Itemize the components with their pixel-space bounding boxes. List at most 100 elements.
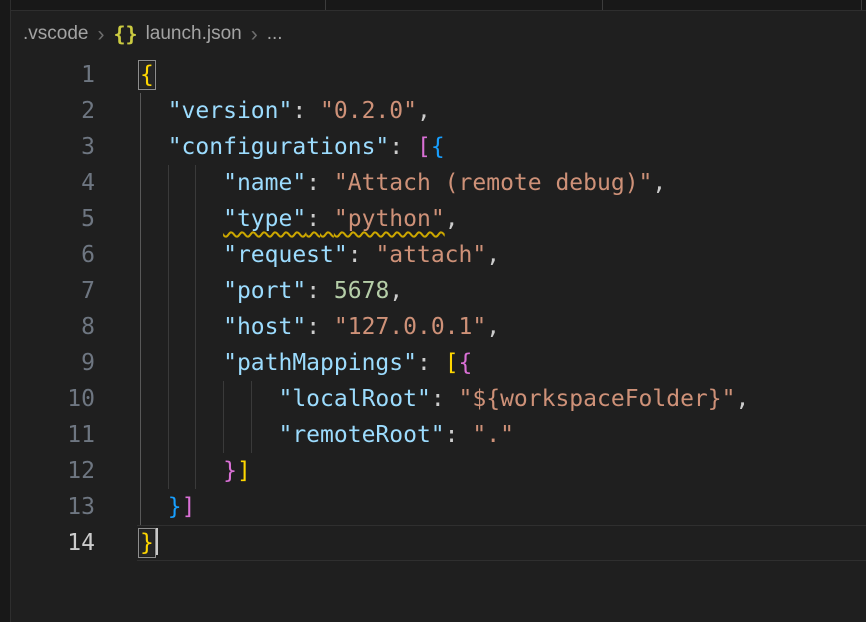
breadcrumb-item-symbols[interactable]: ...	[267, 23, 283, 45]
code-token: "port"	[223, 278, 306, 304]
code-token: :	[292, 98, 306, 124]
indent-guide	[140, 237, 141, 273]
indent-guide	[195, 309, 196, 345]
indent-guide	[168, 273, 169, 309]
indent-guide	[140, 381, 141, 417]
line-number[interactable]: 10	[11, 381, 95, 417]
line-number[interactable]: 9	[11, 345, 95, 381]
code-line[interactable]: 5 "type": "python",	[11, 201, 866, 237]
bracket-match-box: {	[140, 62, 154, 88]
code-token	[140, 386, 278, 412]
line-number[interactable]: 2	[11, 93, 95, 129]
indent-guide	[140, 309, 141, 345]
line-number[interactable]: 4	[11, 165, 95, 201]
code-token	[140, 458, 223, 484]
code-token	[140, 98, 168, 124]
code-token	[140, 494, 168, 520]
code-line-content[interactable]: "configurations": [{	[140, 129, 866, 165]
line-number[interactable]: 12	[11, 453, 95, 489]
code-line-content[interactable]: "localRoot": "${workspaceFolder}",	[140, 381, 866, 417]
code-line[interactable]: 11 "remoteRoot": "."	[11, 417, 866, 453]
code-line-content[interactable]: }]	[140, 489, 866, 525]
breadcrumb-item-launch-json[interactable]: launch.json	[146, 23, 242, 45]
line-number[interactable]: 13	[11, 489, 95, 525]
code-token: "name"	[223, 170, 306, 196]
code-token: :	[306, 206, 320, 232]
line-number[interactable]: 6	[11, 237, 95, 273]
code-token: :	[445, 422, 459, 448]
code-token	[306, 98, 320, 124]
code-line-content[interactable]: {	[140, 57, 866, 93]
indent-guide	[168, 381, 169, 417]
indent-guide	[168, 237, 169, 273]
code-token: ,	[486, 314, 500, 340]
indent-guide	[168, 345, 169, 381]
code-line-content[interactable]: }	[140, 525, 866, 561]
code-line[interactable]: 1{	[11, 57, 866, 93]
code-line[interactable]: 2 "version": "0.2.0",	[11, 93, 866, 129]
indent-guide	[251, 417, 252, 453]
chevron-right-icon: ›	[251, 24, 258, 45]
indent-guide	[223, 381, 224, 417]
code-line-content[interactable]: "pathMappings": [{	[140, 345, 866, 381]
indent-guide	[195, 381, 196, 417]
code-token: :	[431, 386, 445, 412]
code-line-content[interactable]: }]	[140, 453, 866, 489]
indent-guide	[195, 201, 196, 237]
code-token: "."	[472, 422, 514, 448]
code-line[interactable]: 6 "request": "attach",	[11, 237, 866, 273]
indent-guide	[140, 489, 141, 525]
code-line-content[interactable]: "name": "Attach (remote debug)",	[140, 165, 866, 201]
code-token: {	[140, 62, 154, 88]
code-line[interactable]: 12 }]	[11, 453, 866, 489]
code-area[interactable]: 1{2 "version": "0.2.0",3 "configurations…	[11, 57, 866, 561]
code-token: "version"	[168, 98, 293, 124]
code-token	[140, 278, 223, 304]
code-token: }	[140, 530, 154, 556]
indent-guide	[140, 345, 141, 381]
code-token	[320, 314, 334, 340]
indent-guide	[168, 453, 169, 489]
indent-guide	[140, 201, 141, 237]
code-line[interactable]: 10 "localRoot": "${workspaceFolder}",	[11, 381, 866, 417]
code-line[interactable]: 3 "configurations": [{	[11, 129, 866, 165]
breadcrumb-item-vscode[interactable]: .vscode	[23, 23, 88, 45]
line-number[interactable]: 5	[11, 201, 95, 237]
line-number[interactable]: 7	[11, 273, 95, 309]
line-number[interactable]: 14	[11, 525, 95, 561]
json-file-icon: {}	[113, 22, 137, 46]
code-token: ,	[417, 98, 431, 124]
code-token: [	[417, 134, 431, 160]
code-token: :	[417, 350, 431, 376]
code-line[interactable]: 14}	[11, 525, 866, 561]
code-line-content[interactable]: "port": 5678,	[140, 273, 866, 309]
indent-guide	[195, 273, 196, 309]
indent-guide	[195, 345, 196, 381]
left-edge-strip	[0, 0, 11, 622]
line-number[interactable]: 3	[11, 129, 95, 165]
code-line-content[interactable]: "request": "attach",	[140, 237, 866, 273]
code-token: :	[306, 170, 320, 196]
tab-bar-bottom-strip	[0, 0, 866, 11]
code-token	[445, 386, 459, 412]
code-token: }	[168, 494, 182, 520]
code-token: ,	[389, 278, 403, 304]
code-line[interactable]: 9 "pathMappings": [{	[11, 345, 866, 381]
indent-guide	[251, 381, 252, 417]
line-number[interactable]: 1	[11, 57, 95, 93]
code-line-content[interactable]: "version": "0.2.0",	[140, 93, 866, 129]
indent-guide	[168, 165, 169, 201]
code-token: "type"	[223, 206, 306, 232]
code-token	[431, 350, 445, 376]
code-line-content[interactable]: "type": "python",	[140, 201, 866, 237]
line-number[interactable]: 8	[11, 309, 95, 345]
code-line-content[interactable]: "host": "127.0.0.1",	[140, 309, 866, 345]
code-line[interactable]: 13 }]	[11, 489, 866, 525]
indent-guide	[223, 417, 224, 453]
code-line[interactable]: 7 "port": 5678,	[11, 273, 866, 309]
line-number[interactable]: 11	[11, 417, 95, 453]
code-line[interactable]: 8 "host": "127.0.0.1",	[11, 309, 866, 345]
code-line[interactable]: 4 "name": "Attach (remote debug)",	[11, 165, 866, 201]
code-line-content[interactable]: "remoteRoot": "."	[140, 417, 866, 453]
code-token	[320, 278, 334, 304]
